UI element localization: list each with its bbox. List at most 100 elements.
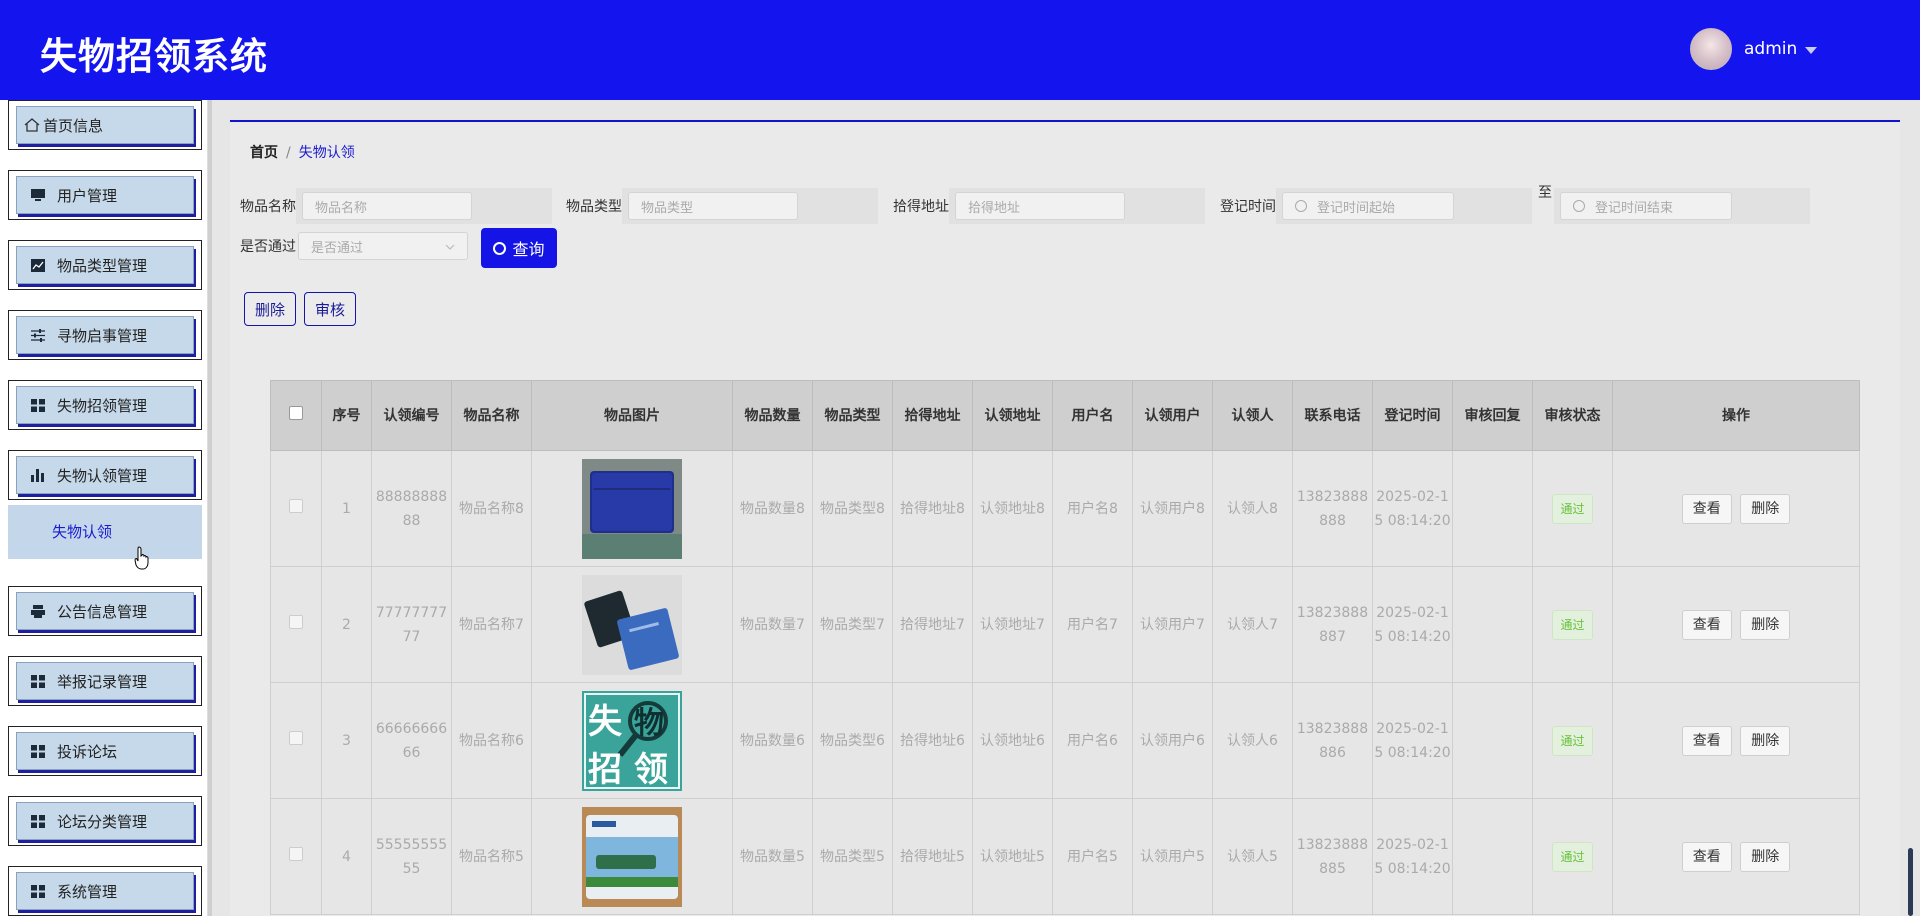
batch-delete-button[interactable]: 删除 xyxy=(244,292,296,326)
blue-wallet-photo[interactable] xyxy=(582,458,682,559)
sidebar-subitem-claim[interactable]: 失物认领 xyxy=(8,505,202,559)
select-all-checkbox[interactable] xyxy=(289,405,303,420)
delete-button[interactable]: 删除 xyxy=(1740,725,1791,756)
id-cards-photo[interactable] xyxy=(582,574,682,675)
column-header: 联系电话 xyxy=(1292,380,1373,451)
cell-username: 用户名8 xyxy=(1052,450,1133,567)
sidebar-item-reports[interactable]: 举报记录管理 xyxy=(8,656,202,706)
cell-index: 2 xyxy=(321,566,372,683)
audit-button[interactable]: 审核 xyxy=(304,292,356,326)
user-menu[interactable]: admin xyxy=(1690,28,1818,70)
username[interactable]: admin xyxy=(1744,39,1797,59)
cell-type: 物品类型6 xyxy=(812,682,893,799)
cell-time: 2025-02-15 08:14:20 xyxy=(1372,798,1453,915)
breadcrumb-home[interactable]: 首页 xyxy=(250,145,278,161)
sliders-icon xyxy=(29,328,47,342)
cell-reply xyxy=(1452,798,1533,915)
sidebar-button[interactable]: 首页信息 xyxy=(16,106,194,144)
row-checkbox[interactable] xyxy=(289,614,303,629)
chevron-down-icon[interactable] xyxy=(1805,46,1818,54)
delete-button[interactable]: 删除 xyxy=(1740,841,1791,872)
clock-icon xyxy=(1573,200,1585,212)
time-end-input[interactable]: 登记时间结束 xyxy=(1560,192,1732,220)
sidebar-button[interactable]: 物品类型管理 xyxy=(16,246,194,284)
delete-button[interactable]: 删除 xyxy=(1740,609,1791,640)
filter-label: 是否通过 xyxy=(240,239,296,255)
item-name-input[interactable]: 物品名称 xyxy=(302,192,472,220)
filter-label: 物品类型 xyxy=(566,199,622,215)
view-button[interactable]: 查看 xyxy=(1681,725,1732,756)
sidebar-item-label: 公告信息管理 xyxy=(57,602,148,621)
cell-reply xyxy=(1452,682,1533,799)
column-header: 操作 xyxy=(1612,380,1860,451)
sidebar-item-announcements[interactable]: 公告信息管理 xyxy=(8,586,202,636)
sidebar-button[interactable]: 举报记录管理 xyxy=(16,662,194,700)
sidebar-button[interactable]: 系统管理 xyxy=(16,872,194,910)
cell-actions: 查看 删除 xyxy=(1612,566,1860,683)
filter-item-found-address: 拾得地址 拾得地址 xyxy=(893,188,1205,224)
status-badge: 通过 xyxy=(1552,493,1593,524)
cell-claim-user: 认领用户7 xyxy=(1132,566,1213,683)
item-type-input[interactable]: 物品类型 xyxy=(628,192,798,220)
cell-claim-address: 认领地址6 xyxy=(972,682,1053,799)
view-button[interactable]: 查看 xyxy=(1681,609,1732,640)
table-row: 4 5555555555 物品名称5 物品数量5 物品类型5 拾得地址5 认领地… xyxy=(270,798,1860,915)
sidebar-item-forum-categories[interactable]: 论坛分类管理 xyxy=(8,796,202,846)
scrollbar-thumb[interactable] xyxy=(1908,848,1913,916)
sidebar-button[interactable]: 投诉论坛 xyxy=(16,732,194,770)
sidebar-item-forum[interactable]: 投诉论坛 xyxy=(8,726,202,776)
column-header: 认领地址 xyxy=(972,380,1053,451)
sidebar-item-found-items[interactable]: 失物招领管理 xyxy=(8,380,202,430)
query-button[interactable]: 查询 xyxy=(481,228,557,268)
grid-icon xyxy=(29,398,47,412)
cell-phone: 13823888887 xyxy=(1292,566,1373,683)
filter-item-name: 物品名称 物品名称 xyxy=(240,188,552,224)
lost-found-poster[interactable]: 失 物 招 领 xyxy=(582,690,682,791)
bus-card-photo[interactable] xyxy=(582,806,682,907)
poster-char-3: 招 xyxy=(588,750,622,790)
row-checkbox[interactable] xyxy=(289,498,303,513)
sidebar-item-lost-notices[interactable]: 寻物启事管理 xyxy=(8,310,202,360)
sidebar-item-label: 物品类型管理 xyxy=(57,256,148,275)
cell-index: 3 xyxy=(321,682,372,799)
delete-button[interactable]: 删除 xyxy=(1740,493,1791,524)
poster-char-4: 领 xyxy=(634,750,668,790)
filter-box: 是否通过 xyxy=(296,228,476,264)
sidebar-item-label: 投诉论坛 xyxy=(57,742,118,761)
sidebar-item-item-types[interactable]: 物品类型管理 xyxy=(8,240,202,290)
view-button[interactable]: 查看 xyxy=(1681,493,1732,524)
sidebar-item-system[interactable]: 系统管理 xyxy=(8,866,202,916)
cell-status: 通过 xyxy=(1532,798,1613,915)
grid-icon xyxy=(29,814,47,828)
row-checkbox[interactable] xyxy=(289,730,303,745)
found-address-input[interactable]: 拾得地址 xyxy=(955,192,1125,220)
search-icon xyxy=(493,241,507,255)
cell-name: 物品名称7 xyxy=(451,566,532,683)
printer-icon xyxy=(29,604,47,618)
cell-image xyxy=(531,450,733,567)
cell-actions: 查看 删除 xyxy=(1612,682,1860,799)
sidebar-button[interactable]: 用户管理 xyxy=(16,176,194,214)
breadcrumb: 首页 / 失物认领 xyxy=(250,142,355,162)
sidebar-button[interactable]: 失物招领管理 xyxy=(16,386,194,424)
column-header: 认领用户 xyxy=(1132,380,1213,451)
filter-item-type: 物品类型 物品类型 xyxy=(566,188,878,224)
sidebar-item-home[interactable]: 首页信息 xyxy=(8,100,202,150)
sidebar-button[interactable]: 失物认领管理 xyxy=(16,456,194,494)
row-checkbox[interactable] xyxy=(289,846,303,861)
time-start-input[interactable]: 登记时间起始 xyxy=(1282,192,1454,220)
row-select-cell xyxy=(270,798,322,915)
cell-status: 通过 xyxy=(1532,682,1613,799)
cell-image xyxy=(531,566,733,683)
cell-name: 物品名称6 xyxy=(451,682,532,799)
sidebar-button[interactable]: 寻物启事管理 xyxy=(16,316,194,354)
sidebar-item-users[interactable]: 用户管理 xyxy=(8,170,202,220)
sidebar-item-claims[interactable]: 失物认领管理 xyxy=(8,450,202,500)
column-header: 登记时间 xyxy=(1372,380,1453,451)
sidebar-button[interactable]: 公告信息管理 xyxy=(16,592,194,630)
view-button[interactable]: 查看 xyxy=(1681,841,1732,872)
avatar[interactable] xyxy=(1690,28,1732,70)
sidebar-button[interactable]: 论坛分类管理 xyxy=(16,802,194,840)
table-row: 1 8888888888 物品名称8 物品数量8 物品类型8 拾得地址8 认领地… xyxy=(270,450,1860,567)
pass-select[interactable]: 是否通过 xyxy=(298,232,468,260)
